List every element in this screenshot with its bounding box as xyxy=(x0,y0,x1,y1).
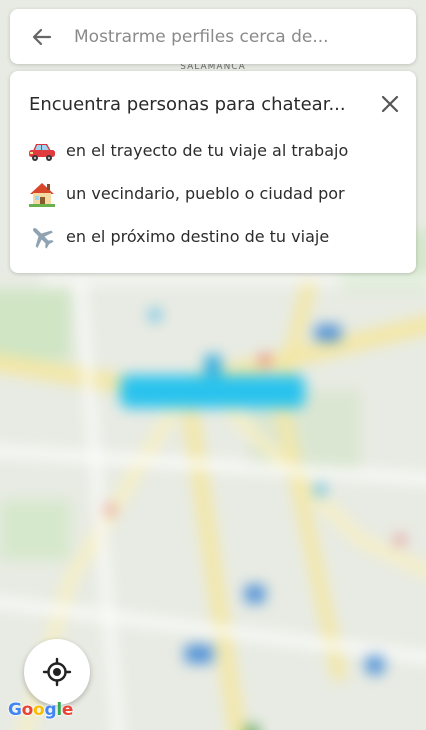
suggestion-text: un vecindario, pueblo o ciudad por xyxy=(66,184,345,203)
my-location-button[interactable] xyxy=(24,639,90,705)
logo-letter: e xyxy=(61,700,74,720)
card-header: Encuentra personas para chatear... xyxy=(29,91,404,117)
card-title: Encuentra personas para chatear... xyxy=(29,93,346,115)
back-button[interactable] xyxy=(10,9,74,64)
suggestion-destination[interactable]: en el próximo destino de tu viaje xyxy=(28,215,402,258)
suggestion-list: en el trayecto de tu viaje al trabajo un… xyxy=(28,129,402,258)
logo-letter: o xyxy=(33,700,45,720)
arrow-left-icon xyxy=(32,28,52,45)
close-icon xyxy=(381,95,399,113)
search-input[interactable] xyxy=(74,16,416,57)
suggestion-text: en el próximo destino de tu viaje xyxy=(66,227,330,246)
close-button[interactable] xyxy=(376,90,404,118)
house-icon xyxy=(28,180,56,208)
suggestion-commute[interactable]: en el trayecto de tu viaje al trabajo xyxy=(28,129,402,172)
suggestion-text: en el trayecto de tu viaje al trabajo xyxy=(66,141,349,160)
suggestion-neighborhood[interactable]: un vecindario, pueblo o ciudad por xyxy=(28,172,402,215)
airplane-icon xyxy=(28,223,56,251)
search-bar xyxy=(10,9,416,64)
logo-letter: G xyxy=(8,700,22,720)
car-icon xyxy=(28,137,56,165)
google-logo: Google xyxy=(8,700,73,720)
logo-letter: g xyxy=(44,700,57,720)
logo-letter: o xyxy=(21,700,34,720)
crosshair-icon xyxy=(42,657,72,687)
suggestions-card: Encuentra personas para chatear... en el… xyxy=(10,71,416,273)
